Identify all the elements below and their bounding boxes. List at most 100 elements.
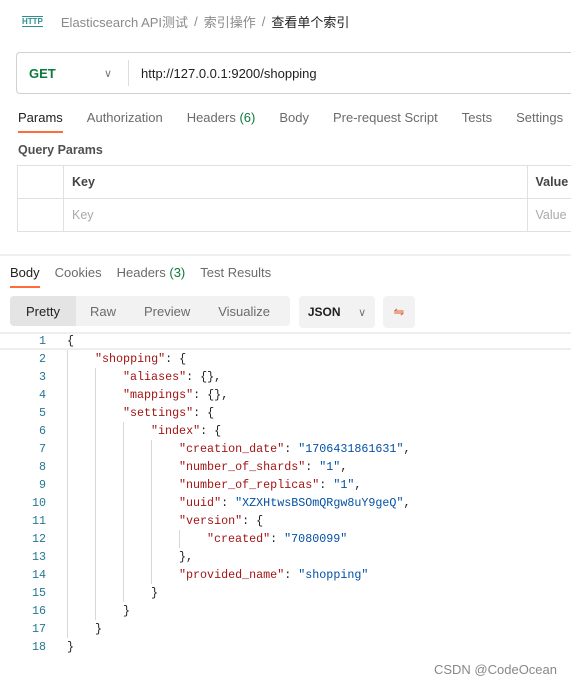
line-number: 10 — [31, 496, 46, 510]
json-punctuation: , — [340, 460, 348, 474]
code-text: "created": "7080099" — [207, 532, 347, 546]
method-select[interactable]: GET ∨ — [17, 60, 129, 86]
line-number: 7 — [38, 442, 46, 456]
indent-guide — [95, 584, 96, 602]
breadcrumb-item[interactable]: 索引操作 — [204, 12, 256, 31]
indent-guide — [67, 548, 68, 566]
request-tabs: Params Authorization Headers (6) Body Pre-re… — [18, 110, 563, 133]
code-text: }, — [179, 550, 193, 564]
tab-authorization[interactable]: Authorization — [87, 110, 163, 133]
code-text: "mappings": {}, — [123, 388, 228, 402]
tab-tests[interactable]: Tests — [462, 110, 492, 133]
indent-guide — [123, 566, 124, 584]
line-number: 13 — [31, 550, 46, 564]
code-text: "index": { — [151, 424, 221, 438]
code-text: } — [151, 586, 158, 600]
wrap-lines-button[interactable]: ⇋ — [383, 296, 415, 328]
breadcrumb-item[interactable]: Elasticsearch API测试 — [61, 12, 188, 31]
json-punctuation: : — [319, 478, 334, 492]
tab-preview[interactable]: Preview — [130, 296, 204, 326]
code-line: 14 "provided_name": "shopping" — [0, 566, 571, 584]
code-line: 15} — [0, 584, 571, 602]
tab-cookies[interactable]: Cookies — [55, 265, 102, 288]
indent-guide — [67, 494, 68, 512]
json-key: "created" — [207, 532, 271, 546]
indent-guide — [123, 458, 124, 476]
tab-visualize[interactable]: Visualize — [204, 296, 284, 326]
key-input[interactable]: Key — [63, 198, 528, 232]
json-punctuation: : { — [200, 424, 222, 438]
tab-label: Test Results — [200, 265, 272, 280]
code-text: "settings": { — [123, 406, 214, 420]
json-punctuation: : {}, — [193, 388, 229, 402]
line-number: 11 — [31, 514, 46, 528]
code-line: 8 "number_of_shards": "1", — [0, 458, 571, 476]
line-number: 4 — [38, 388, 46, 402]
tab-test-results[interactable]: Test Results — [200, 265, 271, 288]
language-select[interactable]: JSON ∨ — [299, 296, 375, 328]
tab-pretty[interactable]: Pretty — [10, 296, 76, 326]
value-input[interactable]: Value — [526, 198, 571, 232]
code-line: 1{ — [0, 332, 571, 350]
watermark: CSDN @CodeOcean — [433, 662, 557, 677]
indent-guide — [95, 422, 96, 440]
json-punctuation: : — [284, 568, 299, 582]
tab-body[interactable]: Body — [279, 110, 309, 133]
json-punctuation: } — [123, 604, 131, 618]
indent-guide — [151, 512, 152, 530]
tab-headers[interactable]: Headers (6) — [187, 110, 256, 133]
json-punctuation: , — [403, 496, 411, 510]
code-text: } — [123, 604, 130, 618]
indent-guide — [67, 584, 68, 602]
code-text: "provided_name": "shopping" — [179, 568, 368, 582]
format-tabs: Pretty Raw Preview Visualize — [10, 296, 290, 326]
tab-label: Body — [10, 265, 40, 280]
checkbox-cell[interactable] — [17, 198, 64, 232]
divider — [0, 254, 571, 256]
code-text: } — [95, 622, 102, 636]
tab-label: Headers — [186, 110, 236, 125]
tab-raw[interactable]: Raw — [76, 296, 130, 326]
column-header-value: Value — [526, 165, 571, 199]
tab-headers[interactable]: Headers (3) — [117, 265, 186, 288]
response-body[interactable]: 1{2 "shopping": {3 "aliases": {}, 4 "mapping… — [0, 332, 571, 656]
json-key: "mappings" — [123, 388, 194, 402]
tab-label: Params — [18, 110, 63, 125]
json-punctuation: : { — [165, 352, 187, 366]
tab-params[interactable]: Params — [18, 110, 63, 133]
indent-guide — [123, 584, 124, 602]
indent-guide — [95, 548, 96, 566]
tab-settings[interactable]: Settings — [516, 110, 563, 133]
indent-guide — [95, 404, 96, 422]
line-number: 12 — [31, 532, 46, 546]
indent-guide — [67, 386, 68, 404]
indent-guide — [123, 530, 124, 548]
tab-pre-request-script[interactable]: Pre-request Script — [333, 110, 438, 133]
indent-guide — [151, 476, 152, 494]
breadcrumb-separator: / — [261, 14, 266, 29]
code-line: 17} — [0, 620, 571, 638]
code-line: 16} — [0, 602, 571, 620]
code-text: "number_of_replicas": "1", — [179, 478, 361, 492]
indent-guide — [151, 458, 152, 476]
indent-guide — [151, 548, 152, 566]
url-input[interactable]: http://127.0.0.1:9200/shopping — [129, 66, 317, 81]
json-punctuation: , — [403, 442, 411, 456]
json-punctuation: : — [284, 442, 299, 456]
json-value: "1" — [333, 478, 355, 492]
indent-guide — [67, 404, 68, 422]
checkbox-cell — [17, 165, 64, 199]
code-line: 9 "number_of_replicas": "1", — [0, 476, 571, 494]
code-line: 7 "creation_date": "1706431861631", — [0, 440, 571, 458]
json-punctuation: } — [67, 640, 75, 654]
indent-guide — [67, 458, 68, 476]
json-punctuation: : — [221, 496, 236, 510]
json-key: "aliases" — [123, 370, 187, 384]
indent-guide — [67, 602, 68, 620]
url-bar: GET ∨ http://127.0.0.1:9200/shopping — [16, 52, 571, 94]
chevron-down-icon: ∨ — [358, 306, 367, 319]
indent-guide — [95, 476, 96, 494]
tab-body[interactable]: Body — [10, 265, 40, 288]
indent-guide — [95, 494, 96, 512]
json-value: "shopping" — [298, 568, 369, 582]
